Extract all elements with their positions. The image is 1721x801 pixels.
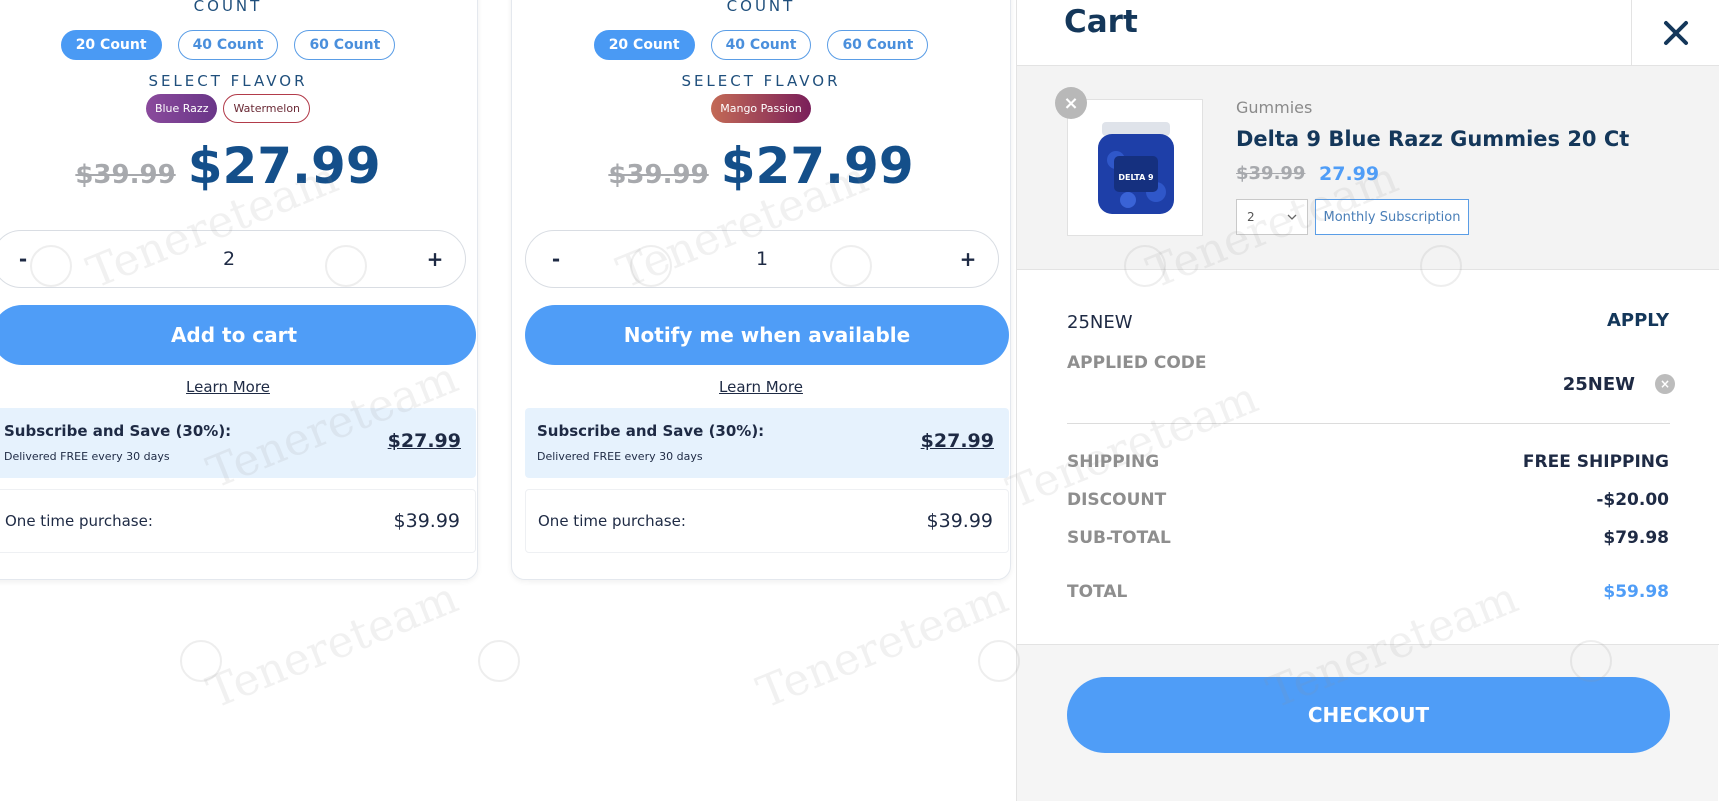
product-card: COUNT 20 Count 40 Count 60 Count SELECT … bbox=[0, 0, 478, 580]
shipping-value: FREE SHIPPING bbox=[1522, 452, 1669, 472]
apply-coupon-button[interactable]: APPLY bbox=[1607, 310, 1669, 331]
decrement-button[interactable]: - bbox=[13, 247, 33, 271]
item-quantity-select[interactable]: 2 bbox=[1236, 199, 1308, 235]
decrement-button[interactable]: - bbox=[546, 247, 566, 271]
gummy-jar-image: DELTA 9 bbox=[1098, 122, 1174, 214]
watermark-text: Tenereteam bbox=[750, 572, 1016, 719]
old-price: $39.99 bbox=[75, 160, 176, 190]
flavor-options: Mango Passion bbox=[512, 94, 1010, 123]
watermark-logo bbox=[180, 640, 222, 682]
count-option-40[interactable]: 40 Count bbox=[177, 30, 279, 60]
subscribe-price: $27.99 bbox=[920, 430, 994, 452]
price-row: $39.99 $27.99 bbox=[512, 137, 1010, 195]
item-price: 27.99 bbox=[1319, 163, 1380, 185]
one-time-price: $39.99 bbox=[393, 510, 460, 532]
remove-code-button[interactable]: × bbox=[1655, 374, 1675, 394]
flavor-option-mango-passion[interactable]: Mango Passion bbox=[711, 94, 811, 123]
flavor-label: SELECT FLAVOR bbox=[681, 72, 841, 90]
subscribe-price: $27.99 bbox=[387, 430, 461, 452]
subscribe-option[interactable]: Subscribe and Save (30%): Delivered FREE… bbox=[525, 408, 1009, 478]
chevron-down-icon bbox=[1287, 214, 1297, 220]
total-value: $59.98 bbox=[1603, 582, 1669, 602]
count-options: 20 Count 40 Count 60 Count bbox=[512, 30, 1010, 60]
cart-title: Cart bbox=[1064, 4, 1138, 40]
flavor-options: Blue Razz Watermelon bbox=[0, 94, 477, 123]
subscribe-note: Delivered FREE every 30 days bbox=[4, 450, 170, 463]
sale-price: $27.99 bbox=[720, 137, 914, 195]
applied-code-label: APPLIED CODE bbox=[1067, 353, 1207, 373]
product-card: COUNT 20 Count 40 Count 60 Count SELECT … bbox=[511, 0, 1011, 580]
add-to-cart-button[interactable]: Add to cart bbox=[0, 305, 476, 365]
flavor-option-watermelon[interactable]: Watermelon bbox=[223, 94, 311, 123]
order-summary: 25NEW APPLY APPLIED CODE 25NEW × SHIPPIN… bbox=[1017, 269, 1719, 645]
quantity-value[interactable]: 1 bbox=[756, 248, 768, 270]
remove-item-button[interactable]: × bbox=[1055, 87, 1087, 119]
cart-drawer: Cart DELTA 9 × Gummies Delta 9 Blue Razz… bbox=[1016, 0, 1719, 801]
increment-button[interactable]: + bbox=[425, 247, 445, 271]
count-option-20[interactable]: 20 Count bbox=[593, 30, 695, 60]
watermark-logo bbox=[478, 640, 520, 682]
jar-label: DELTA 9 bbox=[1118, 173, 1154, 182]
subscribe-option[interactable]: Subscribe and Save (30%): Delivered FREE… bbox=[0, 408, 476, 478]
item-name: Delta 9 Blue Razz Gummies 20 Ct bbox=[1236, 127, 1630, 151]
close-cart-button[interactable] bbox=[1631, 0, 1719, 66]
count-label: COUNT bbox=[193, 0, 263, 15]
subscribe-title: Subscribe and Save (30%): bbox=[4, 422, 232, 440]
learn-more-link[interactable]: Learn More bbox=[512, 378, 1010, 396]
item-old-price: $39.99 bbox=[1236, 163, 1306, 184]
item-quantity-value: 2 bbox=[1247, 210, 1255, 224]
cart-header: Cart bbox=[1017, 0, 1719, 66]
old-price: $39.99 bbox=[608, 160, 709, 190]
product-image: DELTA 9 bbox=[1067, 99, 1203, 236]
divider bbox=[1067, 423, 1670, 424]
close-icon bbox=[1663, 21, 1688, 45]
cart-item: DELTA 9 × Gummies Delta 9 Blue Razz Gumm… bbox=[1017, 66, 1719, 269]
subscribe-note: Delivered FREE every 30 days bbox=[537, 450, 703, 463]
shipping-label: SHIPPING bbox=[1067, 452, 1160, 472]
watermark-logo bbox=[978, 640, 1020, 682]
subtotal-label: SUB-TOTAL bbox=[1067, 528, 1171, 548]
count-option-40[interactable]: 40 Count bbox=[710, 30, 812, 60]
one-time-price: $39.99 bbox=[926, 510, 993, 532]
item-category: Gummies bbox=[1236, 98, 1313, 117]
remove-code-icon: × bbox=[1659, 377, 1671, 391]
discount-value: -$20.00 bbox=[1596, 490, 1669, 510]
count-option-20[interactable]: 20 Count bbox=[60, 30, 162, 60]
flavor-label: SELECT FLAVOR bbox=[148, 72, 308, 90]
quantity-stepper: - 1 + bbox=[525, 230, 999, 288]
notify-me-button[interactable]: Notify me when available bbox=[525, 305, 1009, 365]
monthly-subscription-button[interactable]: Monthly Subscription bbox=[1315, 199, 1469, 235]
watermark-text: Tenereteam bbox=[200, 572, 466, 719]
count-label: COUNT bbox=[726, 0, 796, 15]
subscribe-title: Subscribe and Save (30%): bbox=[537, 422, 765, 440]
page: COUNT 20 Count 40 Count 60 Count SELECT … bbox=[0, 0, 1721, 801]
applied-code-value: 25NEW bbox=[1562, 374, 1635, 395]
count-option-60[interactable]: 60 Count bbox=[827, 30, 929, 60]
increment-button[interactable]: + bbox=[958, 247, 978, 271]
quantity-value[interactable]: 2 bbox=[223, 248, 235, 270]
checkout-button[interactable]: CHECKOUT bbox=[1067, 677, 1670, 753]
remove-icon: × bbox=[1063, 92, 1079, 114]
count-options: 20 Count 40 Count 60 Count bbox=[0, 30, 477, 60]
flavor-option-blue-razz[interactable]: Blue Razz bbox=[145, 94, 218, 123]
coupon-input[interactable]: 25NEW bbox=[1067, 312, 1133, 333]
subtotal-value: $79.98 bbox=[1603, 528, 1669, 548]
one-time-label: One time purchase: bbox=[538, 512, 686, 530]
learn-more-link[interactable]: Learn More bbox=[0, 378, 477, 396]
sale-price: $27.99 bbox=[187, 137, 381, 195]
count-option-60[interactable]: 60 Count bbox=[294, 30, 396, 60]
one-time-option[interactable]: One time purchase: $39.99 bbox=[525, 489, 1009, 553]
discount-label: DISCOUNT bbox=[1067, 490, 1167, 510]
one-time-option[interactable]: One time purchase: $39.99 bbox=[0, 489, 476, 553]
one-time-label: One time purchase: bbox=[5, 512, 153, 530]
price-row: $39.99 $27.99 bbox=[0, 137, 477, 195]
total-label: TOTAL bbox=[1067, 582, 1128, 602]
quantity-stepper: - 2 + bbox=[0, 230, 466, 288]
